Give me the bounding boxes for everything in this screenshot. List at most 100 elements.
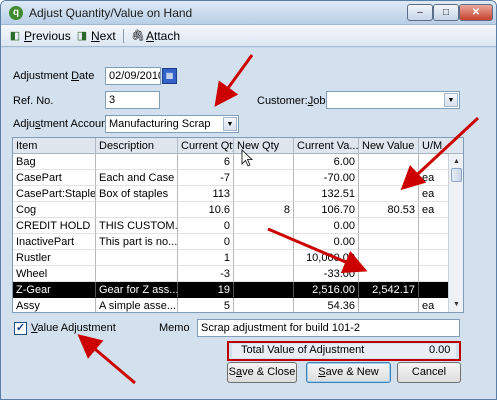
close-button[interactable]: ✕ (459, 4, 493, 21)
cell-current-qty[interactable]: 6 (178, 154, 234, 170)
cell-description[interactable]: Gear for Z ass... (96, 282, 178, 298)
cell-current-value[interactable]: 2,516.00 (294, 282, 359, 298)
cell-um[interactable]: ea (419, 170, 449, 186)
cell-current-qty[interactable]: -3 (178, 266, 234, 282)
cell-new-value[interactable] (359, 266, 419, 282)
cell-item[interactable]: CasePart (13, 170, 96, 186)
chevron-down-icon[interactable]: ▼ (223, 117, 237, 131)
cell-um[interactable] (419, 266, 449, 282)
cell-new-value[interactable] (359, 154, 419, 170)
cell-new-qty[interactable] (234, 218, 294, 234)
cell-new-qty[interactable] (234, 186, 294, 202)
cell-description[interactable] (96, 154, 178, 170)
value-adjustment-label[interactable]: Value Adjustment (31, 322, 116, 334)
table-row[interactable]: Z-Gear Gear for Z ass... 19 2,516.00 2,542.1… (13, 282, 449, 298)
cell-um[interactable] (419, 282, 449, 298)
column-header-new-value[interactable]: New Value (359, 138, 419, 154)
table-row[interactable]: InactivePart This part is no... 0 0.00 (13, 234, 449, 250)
cell-current-value[interactable]: -70.00 (294, 170, 359, 186)
cell-new-value[interactable]: 2,542.17 (359, 282, 419, 298)
cell-description[interactable] (96, 250, 178, 266)
cell-new-qty[interactable] (234, 250, 294, 266)
value-adjustment-checkbox[interactable]: ✓ (14, 322, 27, 335)
column-header-um[interactable]: U/M (419, 138, 463, 154)
cell-new-value[interactable] (359, 298, 419, 312)
cell-current-qty[interactable]: 113 (178, 186, 234, 202)
cell-description[interactable]: Box of staples (96, 186, 178, 202)
items-grid[interactable]: Item Description Current Qty New Qty Cur… (12, 137, 464, 313)
memo-field[interactable]: Scrap adjustment for build 101-2 (197, 319, 460, 337)
table-row[interactable]: CREDIT HOLD THIS CUSTOM... 0 0.00 (13, 218, 449, 234)
maximize-button[interactable]: □ (433, 4, 459, 21)
cell-new-qty[interactable] (234, 234, 294, 250)
cell-new-qty[interactable] (234, 298, 294, 312)
ref-no-field[interactable]: 3 (105, 91, 160, 109)
cancel-button[interactable]: Cancel (397, 362, 461, 383)
cell-item[interactable]: CREDIT HOLD (13, 218, 96, 234)
table-row[interactable]: Wheel -3 -33.00 (13, 266, 449, 282)
cell-current-value[interactable]: -33.00 (294, 266, 359, 282)
scroll-thumb[interactable] (451, 168, 462, 182)
cell-um[interactable]: ea (419, 186, 449, 202)
cell-um[interactable] (419, 218, 449, 234)
cell-item[interactable]: Assy (13, 298, 96, 312)
cell-um[interactable] (419, 250, 449, 266)
cell-current-qty[interactable]: 0 (178, 218, 234, 234)
table-row[interactable]: Cog 10.6 8 106.70 80.53 ea (13, 202, 449, 218)
cell-new-qty[interactable] (234, 170, 294, 186)
scroll-down-arrow-icon[interactable]: ▼ (450, 298, 463, 311)
attach-button[interactable]: 🖇 Attach (131, 28, 180, 44)
cell-description[interactable]: A simple asse... (96, 298, 178, 312)
adjustment-account-dropdown[interactable]: Manufacturing Scrap ▼ (105, 115, 239, 133)
cell-description[interactable] (96, 202, 178, 218)
cell-current-qty[interactable]: -7 (178, 170, 234, 186)
column-header-current-qty[interactable]: Current Qty (178, 138, 234, 154)
cell-um[interactable]: ea (419, 202, 449, 218)
table-row[interactable]: CasePart Each and Case -7 -70.00 ea (13, 170, 449, 186)
cell-item[interactable]: Rustler (13, 250, 96, 266)
cell-new-value[interactable]: 80.53 (359, 202, 419, 218)
cell-current-value[interactable]: 106.70 (294, 202, 359, 218)
cell-new-qty[interactable] (234, 154, 294, 170)
cell-um[interactable] (419, 234, 449, 250)
cell-current-qty[interactable]: 0 (178, 234, 234, 250)
column-header-current-value[interactable]: Current Va... (294, 138, 359, 154)
save-close-button[interactable]: Save & Close (227, 362, 297, 383)
cell-current-value[interactable]: 6.00 (294, 154, 359, 170)
cell-item[interactable]: Wheel (13, 266, 96, 282)
cell-item[interactable]: CasePart:Staples (13, 186, 96, 202)
cell-current-qty[interactable]: 5 (178, 298, 234, 312)
cell-description[interactable]: Each and Case (96, 170, 178, 186)
cell-um[interactable] (419, 154, 449, 170)
chevron-down-icon[interactable]: ▼ (444, 93, 458, 107)
cell-new-value[interactable] (359, 234, 419, 250)
column-header-item[interactable]: Item (13, 138, 96, 154)
cell-item[interactable]: InactivePart (13, 234, 96, 250)
cell-current-value[interactable]: 132.51 (294, 186, 359, 202)
cell-current-qty[interactable]: 19 (178, 282, 234, 298)
column-header-new-qty[interactable]: New Qty (234, 138, 294, 154)
calendar-icon[interactable]: ▦ (162, 68, 177, 84)
next-button[interactable]: ◨ Next (76, 28, 116, 44)
cell-description[interactable]: This part is no... (96, 234, 178, 250)
cell-new-qty[interactable]: 8 (234, 202, 294, 218)
cell-item[interactable]: Cog (13, 202, 96, 218)
cell-new-qty[interactable] (234, 282, 294, 298)
cell-item[interactable]: Z-Gear (13, 282, 96, 298)
minimize-button[interactable]: – (407, 4, 433, 21)
scroll-up-arrow-icon[interactable]: ▲ (450, 155, 463, 168)
cell-new-value[interactable] (359, 250, 419, 266)
grid-vertical-scrollbar[interactable]: ▲ ▼ (448, 154, 463, 312)
cell-current-value[interactable]: 0.00 (294, 218, 359, 234)
cell-current-qty[interactable]: 10.6 (178, 202, 234, 218)
cell-um[interactable]: ea (419, 298, 449, 312)
adjustment-date-field[interactable]: 02/09/2010 (105, 67, 161, 85)
table-row[interactable]: Rustler 1 10,000.00 (13, 250, 449, 266)
cell-description[interactable]: THIS CUSTOM... (96, 218, 178, 234)
cell-new-value[interactable] (359, 186, 419, 202)
cell-description[interactable] (96, 266, 178, 282)
table-row[interactable]: Bag 6 6.00 (13, 154, 449, 170)
cell-new-qty[interactable] (234, 266, 294, 282)
customer-job-dropdown[interactable]: ▼ (326, 91, 460, 109)
title-bar[interactable]: q Adjust Quantity/Value on Hand – □ ✕ (1, 1, 496, 25)
